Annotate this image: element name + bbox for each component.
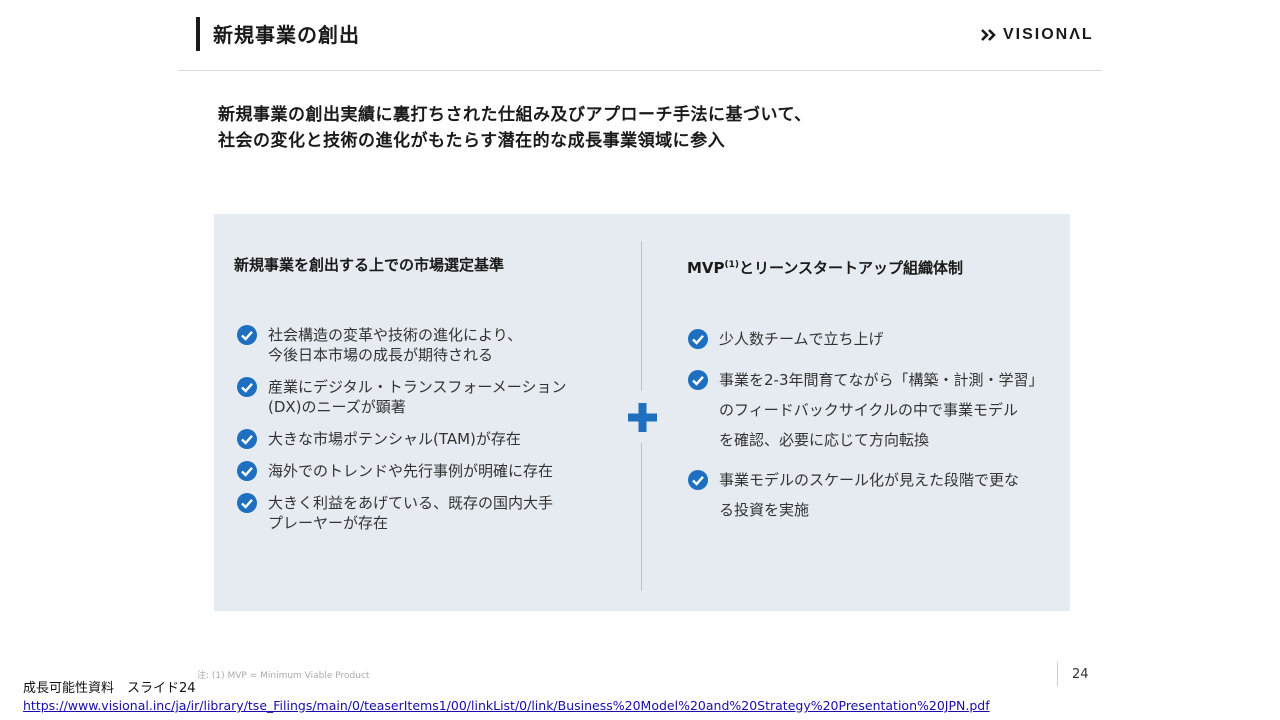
check-circle-icon xyxy=(688,470,708,490)
lead-line-1: 新規事業の創出実績に裏打ちされた仕組み及びアプローチ手法に基づいて、 xyxy=(218,105,812,125)
check-circle-icon xyxy=(237,429,257,449)
approach-item: 事業モデルのスケール化が見えた段階で更な る投資を実施 xyxy=(688,465,1019,525)
check-circle-icon xyxy=(237,493,257,513)
check-circle-icon xyxy=(688,370,708,390)
criteria-item-line: 大きな市場ポテンシャル(TAM)が存在 xyxy=(268,430,521,448)
approach-item: 事業を2-3年間育てながら「構築・計測・学習」 のフィードバックサイクルの中で事… xyxy=(688,365,1044,455)
approach-item-line: を確認、必要に応じて方向転換 xyxy=(719,431,930,449)
criteria-item-line: 社会構造の変革や技術の進化により、 xyxy=(268,326,523,344)
lead-line-2: 社会の変化と技術の進化がもたらす潜在的な成長事業領域に参入 xyxy=(218,131,726,151)
check-circle-icon xyxy=(688,329,708,349)
criteria-item-line: プレーヤーが存在 xyxy=(268,514,389,532)
criteria-item: 大きな市場ポテンシャル(TAM)が存在 xyxy=(237,429,521,449)
left-column-heading: 新規事業を創出する上での市場選定基準 xyxy=(234,256,505,274)
page-number: 24 xyxy=(1072,667,1089,682)
approach-item-line: る投資を実施 xyxy=(719,501,810,519)
criteria-item: 海外でのトレンドや先行事例が明確に存在 xyxy=(237,461,553,481)
company-logo: VISIONΛL xyxy=(980,24,1094,46)
approach-item-line: 事業を2-3年間育てながら「構築・計測・学習」 xyxy=(719,371,1044,389)
slide-page: 新規事業の創出 VISIONΛL 新規事業の創出実績に裏打ちされた仕組み及びアプ… xyxy=(0,0,1280,720)
criteria-item-line: 大きく利益をあげている、既存の国内大手 xyxy=(268,494,554,512)
approach-item-line: のフィードバックサイクルの中で事業モデル xyxy=(719,401,1018,419)
logo-text: VISIONΛL xyxy=(1003,26,1094,43)
header-divider xyxy=(178,70,1102,71)
criteria-item: 産業にデジタル・トランスフォーメーション (DX)のニーズが顕著 xyxy=(237,377,567,417)
heading-suffix: とリーンスタートアップ組織体制 xyxy=(739,259,963,277)
lead-text: 新規事業の創出実績に裏打ちされた仕組み及びアプローチ手法に基づいて、 社会の変化… xyxy=(218,102,812,154)
criteria-item-line: (DX)のニーズが顕著 xyxy=(268,398,406,416)
check-circle-icon xyxy=(237,461,257,481)
criteria-item: 社会構造の変革や技術の進化により、 今後日本市場の成長が期待される xyxy=(237,325,522,365)
criteria-item-line: 海外でのトレンドや先行事例が明確に存在 xyxy=(268,462,554,480)
approach-item-line: 事業モデルのスケール化が見えた段階で更な xyxy=(719,471,1020,489)
source-link[interactable]: https://www.visional.inc/ja/ir/library/t… xyxy=(23,698,990,714)
approach-item-line: 少人数チームで立ち上げ xyxy=(719,330,884,348)
criteria-item-line: 今後日本市場の成長が期待される xyxy=(268,346,494,364)
page-title: 新規事業の創出 xyxy=(213,23,360,47)
double-chevron-right-icon xyxy=(981,29,996,41)
check-circle-icon xyxy=(237,377,257,397)
check-circle-icon xyxy=(237,325,257,345)
footnote-marker: (1) xyxy=(724,260,740,270)
footnote: 注: (1) MVP = Minimum Viable Product xyxy=(197,671,370,681)
criteria-item-line: 産業にデジタル・トランスフォーメーション xyxy=(268,378,567,396)
column-divider-top xyxy=(641,241,642,391)
title-accent-bar xyxy=(196,17,200,51)
heading-prefix: MVP xyxy=(687,259,725,277)
page-number-divider xyxy=(1057,662,1058,686)
approach-item: 少人数チームで立ち上げ xyxy=(688,324,884,354)
slide-caption: 成長可能性資料 スライド24 xyxy=(23,681,196,696)
criteria-item: 大きく利益をあげている、既存の国内大手 プレーヤーが存在 xyxy=(237,493,553,533)
plus-icon xyxy=(628,403,657,432)
right-column-heading: MVP(1)とリーンスタートアップ組織体制 xyxy=(687,254,963,279)
column-divider-bottom xyxy=(641,443,642,591)
